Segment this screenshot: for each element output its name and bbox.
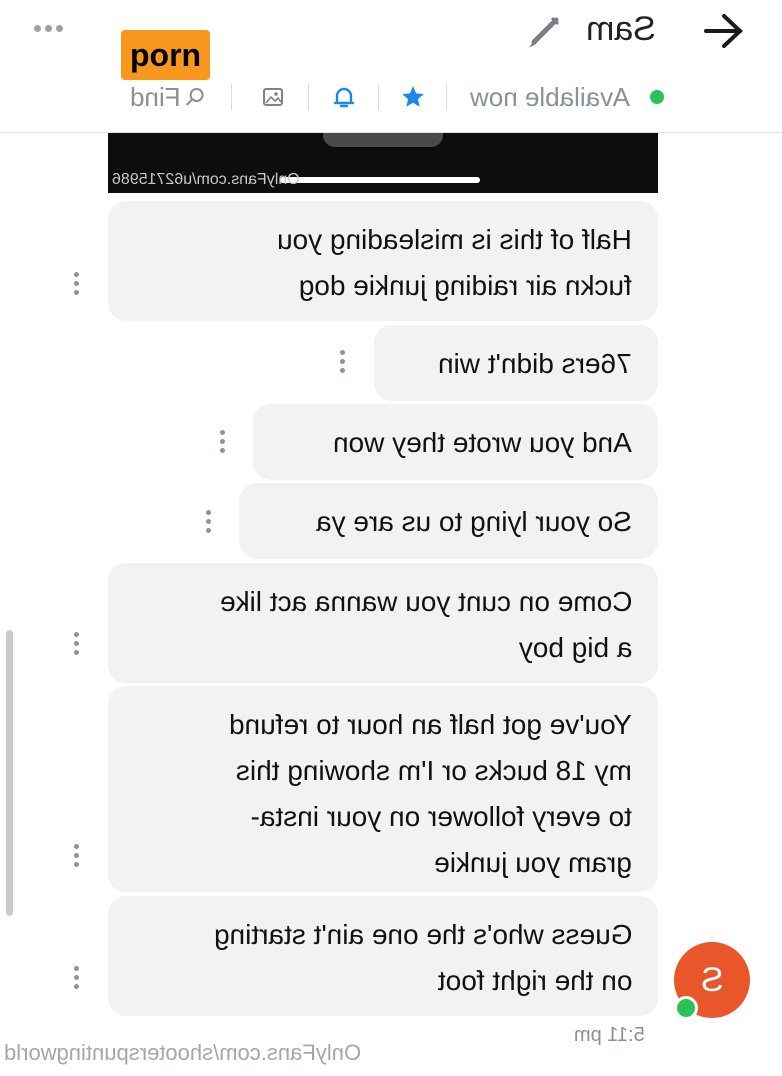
chat-header: porn Sam Find Available now bbox=[0, 0, 782, 133]
message-bubble[interactable]: And you wrote they won bbox=[253, 404, 658, 480]
media-preview[interactable]: OnlyFans.com/u62715986 bbox=[108, 133, 658, 193]
header-toolbar: Find Available now bbox=[130, 80, 670, 114]
message-text: So your lying to us are ya bbox=[316, 506, 632, 537]
message-timestamp: 5:11 pm bbox=[574, 1024, 645, 1046]
message-options-icon[interactable] bbox=[72, 844, 80, 867]
pencil-icon[interactable] bbox=[528, 14, 562, 48]
toolbar-divider bbox=[446, 84, 447, 110]
image-button[interactable] bbox=[262, 80, 284, 114]
image-icon bbox=[263, 88, 283, 106]
message-text: Guess who's the one ain't starting on th… bbox=[213, 919, 632, 996]
message-bubble[interactable]: Come on cunt you wanna act like a big bo… bbox=[108, 563, 658, 683]
message-bubble[interactable]: So your lying to us are ya bbox=[239, 483, 658, 559]
find-label: Find bbox=[130, 81, 181, 112]
contact-name: Sam bbox=[586, 10, 656, 48]
chat-scrollbar[interactable] bbox=[6, 630, 13, 916]
message-bubble[interactable]: Half of this is misleading you fuckn air… bbox=[108, 201, 658, 321]
bell-icon bbox=[333, 87, 355, 108]
message-options-icon[interactable] bbox=[218, 430, 226, 453]
message-bubble[interactable]: You've got half an hour to refund my 18 … bbox=[108, 686, 658, 892]
message-text: Half of this is misleading you fuckn air… bbox=[277, 224, 632, 301]
media-watermark: OnlyFans.com/u62715986 bbox=[112, 171, 300, 188]
find-button[interactable]: Find bbox=[130, 80, 214, 114]
message-bubble[interactable]: Guess who's the one ain't starting on th… bbox=[108, 896, 658, 1016]
message-options-icon[interactable] bbox=[204, 510, 212, 533]
message-text: Come on cunt you wanna act like a big bo… bbox=[219, 586, 632, 663]
back-arrow-icon[interactable] bbox=[702, 12, 744, 50]
avatar-online-dot bbox=[674, 996, 698, 1020]
more-options-icon[interactable] bbox=[34, 18, 74, 38]
message-text: 76ers didn't win bbox=[438, 348, 632, 379]
message-options-icon[interactable] bbox=[72, 272, 80, 295]
site-badge: porn bbox=[121, 30, 211, 80]
message-options-icon[interactable] bbox=[72, 632, 80, 655]
media-progress-bar[interactable] bbox=[280, 177, 480, 183]
toolbar-divider bbox=[231, 84, 232, 110]
toolbar-divider bbox=[378, 84, 379, 110]
star-icon bbox=[402, 86, 424, 107]
message-options-icon[interactable] bbox=[338, 350, 346, 373]
message-text: And you wrote they won bbox=[333, 427, 632, 458]
page-watermark: OnlyFans.com/shooterspuntingworld bbox=[4, 1040, 362, 1065]
message-text: You've got half an hour to refund my 18 … bbox=[229, 709, 632, 878]
availability-status: Available now bbox=[470, 81, 630, 112]
search-icon bbox=[185, 88, 204, 106]
online-status-dot bbox=[650, 90, 664, 104]
message-bubble[interactable]: 76ers didn't win bbox=[374, 325, 658, 401]
toolbar-divider bbox=[308, 84, 309, 110]
message-options-icon[interactable] bbox=[72, 966, 80, 989]
notifications-button[interactable] bbox=[332, 80, 356, 114]
favorite-button[interactable] bbox=[400, 80, 426, 114]
media-handle bbox=[323, 133, 443, 147]
